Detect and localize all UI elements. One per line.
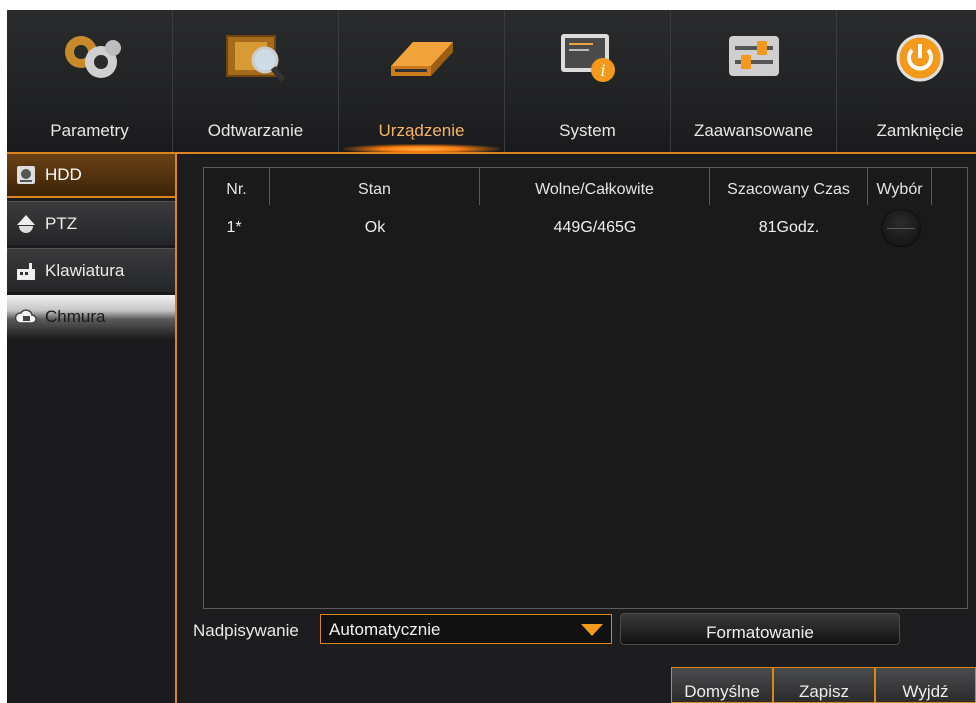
sidebar: HDD PTZ Klawiatura Chmura: [7, 154, 177, 703]
sidebar-item-hdd[interactable]: HDD: [7, 154, 175, 198]
tab-label: System: [559, 121, 616, 140]
sidebar-item-label: HDD: [45, 165, 82, 184]
tab-label: Parametry: [50, 121, 129, 140]
system-info-icon: i: [560, 34, 615, 82]
sidebar-item-klawiatura[interactable]: Klawiatura: [7, 248, 175, 292]
select-radio[interactable]: [881, 209, 921, 247]
sidebar-item-label: Chmura: [45, 307, 106, 326]
hdd-icon: [17, 166, 35, 184]
camera-dome-icon: [17, 214, 35, 233]
overwrite-value: Automatycznie: [329, 620, 441, 639]
format-button[interactable]: Formatowanie: [620, 613, 900, 645]
tab-label: Urządzenie: [378, 121, 465, 140]
table-row[interactable]: 1* Ok 449G/465G 81Godz.: [204, 209, 967, 247]
column-header-nr: Nr.: [204, 168, 270, 205]
sidebar-item-label: PTZ: [45, 213, 78, 233]
tab-odtwarzanie[interactable]: Odtwarzanie: [173, 10, 339, 152]
column-header-stan: Stan: [270, 168, 480, 205]
cell-nr: 1*: [226, 219, 242, 236]
svg-text:i: i: [600, 61, 605, 80]
cell-time: 81Godz.: [758, 219, 820, 236]
top-navigation: Parametry Odtwarzanie Urządzenie i Syste…: [7, 10, 976, 154]
footer-buttons: Domyślne Zapisz Wyjdź: [671, 667, 976, 703]
overwrite-dropdown[interactable]: Automatycznie: [320, 614, 612, 644]
gears-icon: [64, 36, 121, 78]
default-button[interactable]: Domyślne: [671, 667, 773, 703]
tab-label: Zaawansowane: [693, 121, 814, 140]
tab-system[interactable]: i System: [505, 10, 671, 152]
hdd-table: Nr. Stan Wolne/Całkowite Szacowany Czas …: [203, 167, 968, 609]
sidebar-item-label: Klawiatura: [45, 260, 125, 280]
cloud-icon: [15, 309, 37, 324]
column-header-select: Wybór: [868, 168, 932, 205]
hdd-device-icon: [390, 42, 453, 76]
tab-zaawansowane[interactable]: Zaawansowane: [671, 10, 837, 152]
tab-parametry[interactable]: Parametry: [7, 10, 173, 152]
save-button[interactable]: Zapisz: [773, 667, 875, 703]
keyboard-icon: [17, 262, 35, 280]
tab-urzadzenie[interactable]: Urządzenie: [339, 10, 505, 154]
sliders-icon: [728, 36, 779, 76]
column-header-time: Szacowany Czas: [710, 168, 868, 205]
exit-button[interactable]: Wyjdź: [875, 667, 976, 703]
tab-label: Zamknięcie: [876, 121, 964, 140]
chevron-down-icon: [581, 624, 603, 636]
cell-stan: Ok: [364, 219, 386, 236]
table-header: Nr. Stan Wolne/Całkowite Szacowany Czas …: [204, 168, 967, 205]
film-search-icon: [225, 35, 285, 82]
tab-label: Odtwarzanie: [207, 121, 304, 140]
column-header-space: Wolne/Całkowite: [480, 168, 710, 205]
sidebar-item-chmura[interactable]: Chmura: [7, 295, 175, 339]
sidebar-item-ptz[interactable]: PTZ: [7, 201, 175, 245]
tab-zamkniecie[interactable]: Zamknięcie: [837, 10, 976, 152]
overwrite-label: Nadpisywanie: [193, 621, 299, 640]
dvr-window: Parametry Odtwarzanie Urządzenie i Syste…: [7, 10, 976, 703]
cell-space: 449G/465G: [553, 219, 637, 236]
power-icon: [896, 34, 944, 82]
